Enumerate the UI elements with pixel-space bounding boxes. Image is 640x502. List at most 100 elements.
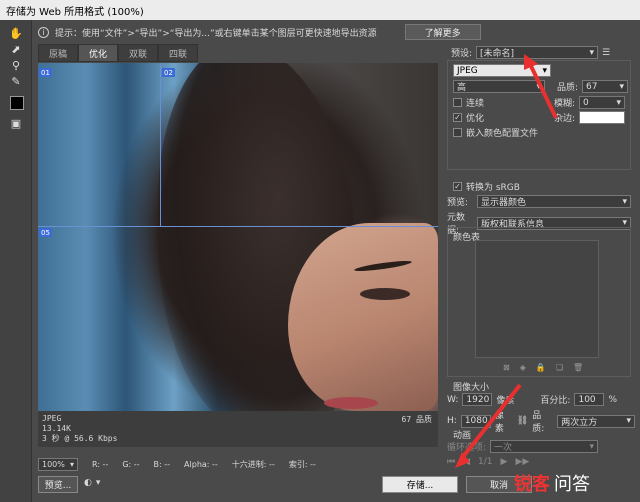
slice-select-tool-icon[interactable]: ⬈ xyxy=(8,42,24,56)
lock-color-icon[interactable]: 🔒 xyxy=(536,363,546,372)
tab-original[interactable]: 原稿 xyxy=(38,44,79,62)
format-value: JPEG xyxy=(457,65,478,76)
tab-2-up[interactable]: 双联 xyxy=(118,44,159,62)
window-title: 存储为 Web 所用格式 (100%) xyxy=(6,6,144,18)
blur-input[interactable]: 0 ▾ xyxy=(579,96,626,109)
menu-icon[interactable]: ☰ xyxy=(602,48,610,58)
convert-srgb-label: 转换为 sRGB xyxy=(466,183,520,193)
chevron-down-icon: ▾ xyxy=(626,416,631,426)
play-icon[interactable]: ▶ xyxy=(501,457,508,467)
preview-download-speed: 3 秒 @ 56.6 Kbps xyxy=(42,434,118,443)
hint-text: 提示：使用“文件”>“导出”>“导出为...”或右键单击某个图层可更快速地导出资… xyxy=(55,28,377,39)
readout-g: G: -- xyxy=(122,459,140,469)
toggle-slices-icon[interactable]: ▣ xyxy=(8,116,24,130)
browser-select[interactable]: ◐ ▾ xyxy=(84,478,100,488)
resample-select[interactable]: 两次立方 ▾ xyxy=(557,414,635,428)
view-tabs: 原稿 优化 双联 四联 xyxy=(38,44,199,62)
resample-value: 两次立方 xyxy=(561,417,598,428)
blur-value: 0 xyxy=(583,97,589,108)
shift-web-icon[interactable]: ◈ xyxy=(520,363,526,372)
hand-tool-icon[interactable]: ✋ xyxy=(8,26,24,40)
new-color-icon[interactable]: ❏ xyxy=(556,363,563,372)
watermark-suffix: 问答 xyxy=(554,474,590,495)
quality-value: 67 xyxy=(586,81,598,92)
quality-level-value: 高 xyxy=(457,83,467,93)
preview-color-select[interactable]: 显示器颜色 ▾ xyxy=(477,195,631,208)
loop-select[interactable]: 一次 ▾ xyxy=(490,440,599,453)
preset-value: [未命名] xyxy=(480,49,515,59)
matte-label: 杂边: xyxy=(554,114,576,124)
resample-label: 品质: xyxy=(532,411,545,434)
quality-input[interactable]: 67 ▾ xyxy=(582,80,629,93)
convert-srgb-checkbox[interactable]: ✓ xyxy=(453,182,462,191)
loop-label: 循环选项: xyxy=(447,443,487,453)
tab-4-up[interactable]: 四联 xyxy=(158,44,199,62)
prev-frame-icon[interactable]: ◀ xyxy=(463,457,470,467)
next-frame-icon[interactable]: ▶▶ xyxy=(515,457,529,467)
preview-info-panel: JPEG 13.14K 3 秒 @ 56.6 Kbps 67 品质 xyxy=(38,411,438,447)
zoom-level-select[interactable]: 100% ▾ xyxy=(38,457,78,471)
tab-optimized[interactable]: 优化 xyxy=(78,44,119,62)
height-value: 1080 xyxy=(464,416,488,426)
preview-in-browser-button[interactable]: 预览... xyxy=(38,476,78,493)
preset-label: 预设: xyxy=(451,49,473,59)
slice-tag[interactable]: 02 xyxy=(162,68,175,77)
link-icon[interactable]: ⛓ xyxy=(517,416,528,426)
percent-unit: % xyxy=(608,394,618,405)
preset-select[interactable]: [未命名] ▾ xyxy=(476,46,599,59)
height-input[interactable]: 1080 xyxy=(460,414,491,428)
eyedropper-color-swatch[interactable] xyxy=(10,96,24,110)
preview-format: JPEG xyxy=(42,414,62,423)
slice-tag[interactable]: 01 xyxy=(39,68,52,77)
slice-tag[interactable]: 05 xyxy=(39,228,52,237)
zoom-value: 100% xyxy=(42,459,65,469)
settings-panel: 预设: [未命名] ▾ ☰ JPEG ▾ 高 ▾ 品质: 67 ▾ 连续 模糊:… xyxy=(445,44,635,474)
preview-label: 预览: xyxy=(447,198,469,208)
image-preview[interactable]: 01 02 05 xyxy=(38,63,438,411)
frame-counter: 1/1 xyxy=(478,457,493,467)
progressive-checkbox[interactable] xyxy=(453,98,462,107)
browser-icon: ◐ xyxy=(84,478,92,488)
readout-index: 索引: -- xyxy=(288,459,316,469)
width-unit: 像素 xyxy=(496,396,515,406)
optimized-checkbox[interactable]: ✓ xyxy=(453,113,462,122)
chevron-down-icon: ▾ xyxy=(589,47,595,58)
loop-value: 一次 xyxy=(494,443,513,453)
width-input[interactable]: 1920 xyxy=(462,393,493,406)
watermark-brand: 锐客 xyxy=(514,474,550,495)
width-label: W: xyxy=(447,394,459,405)
learn-more-button[interactable]: 了解更多 xyxy=(404,24,481,40)
embed-profile-checkbox[interactable] xyxy=(453,128,462,137)
image-size-label: 图像大小 xyxy=(453,383,490,393)
save-button[interactable]: 存储... xyxy=(382,476,458,493)
slice-divider-vertical xyxy=(160,63,161,226)
height-unit: 像素 xyxy=(494,411,504,434)
zoom-tool-icon[interactable]: ⚲ xyxy=(8,58,24,72)
color-table[interactable] xyxy=(475,240,599,358)
readout-r: R: -- xyxy=(92,459,109,469)
optimized-label: 优化 xyxy=(466,114,485,124)
quality-label: 品质: xyxy=(557,83,579,93)
format-select[interactable]: JPEG ▾ xyxy=(453,64,551,77)
slice-divider-horizontal xyxy=(38,226,438,227)
blur-label: 模糊: xyxy=(554,99,576,109)
tool-panel: ✋ ⬈ ⚲ ✎ ▣ xyxy=(0,20,32,502)
embed-profile-label: 嵌入颜色配置文件 xyxy=(466,129,539,139)
matte-swatch[interactable] xyxy=(579,111,626,124)
delete-color-icon[interactable]: 🗑 xyxy=(573,363,583,372)
quality-level-select[interactable]: 高 ▾ xyxy=(453,80,545,93)
eyedropper-tool-icon[interactable]: ✎ xyxy=(8,74,24,88)
watermark: 锐客 问答 xyxy=(514,470,590,496)
readout-b: B: -- xyxy=(153,459,171,469)
hint-bar: i 提示：使用“文件”>“导出”>“导出为...”或右键单击某个图层可更快速地导… xyxy=(34,21,640,43)
first-frame-icon[interactable]: ⏮ xyxy=(447,457,455,467)
map-color-icon[interactable]: ⊠ xyxy=(503,363,510,372)
width-value: 1920 xyxy=(466,394,490,405)
percent-value: 100 xyxy=(578,394,596,405)
chevron-down-icon: ▾ xyxy=(542,65,547,76)
percent-input[interactable]: 100 xyxy=(574,393,605,406)
chevron-down-icon: ▾ xyxy=(622,196,627,207)
window-titlebar: 存储为 Web 所用格式 (100%) xyxy=(0,0,640,20)
preview-lips xyxy=(324,397,378,409)
progressive-label: 连续 xyxy=(466,99,485,109)
